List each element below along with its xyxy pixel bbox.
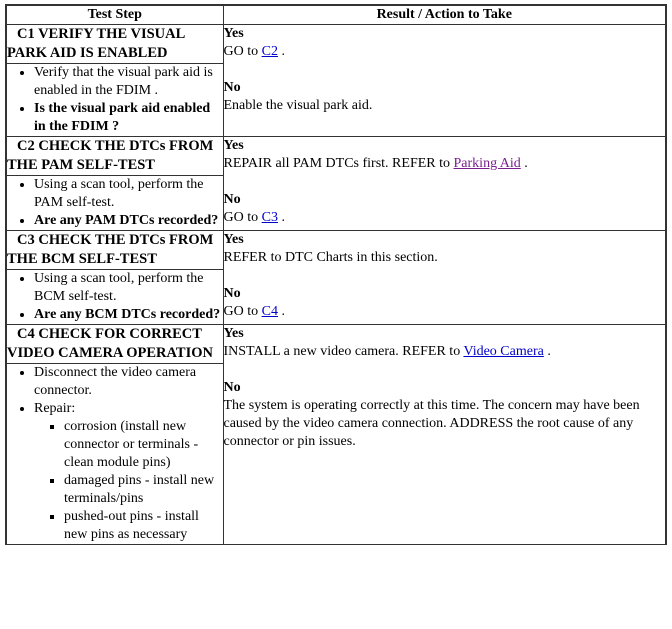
result-spacer [224,267,666,285]
step-list-c3: Using a scan tool, perform the BCM self-… [7,270,223,324]
section-title-c4: C4 CHECK FOR CORRECT VIDEO CAMERA OPERAT… [5,324,224,364]
list-item: Repair: corrosion (install new connector… [34,400,223,544]
link-video-camera[interactable]: Video Camera [463,344,543,359]
link-c2[interactable]: C2 [262,44,278,59]
list-item: Using a scan tool, perform the PAM self-… [34,176,223,212]
section-title-row-c4: C4 CHECK FOR CORRECT VIDEO CAMERA OPERAT… [5,324,667,545]
result-text-after-link: . [277,44,285,59]
link-c4[interactable]: C4 [262,304,278,319]
result-text-after-link: . [520,156,528,171]
result-cell-c4: Yes INSTALL a new video camera. REFER to… [222,324,667,545]
result-body-yes: GO to C2 . [224,43,666,61]
section-title-c3: C3 CHECK THE DTCs FROM THE BCM SELF-TEST [5,230,224,270]
result-spacer [224,173,666,191]
result-cell-c2: Yes REPAIR all PAM DTCs first. REFER to … [222,136,667,231]
result-body-yes: INSTALL a new video camera. REFER to Vid… [224,343,666,361]
pinpoint-test-table-wrapper: Test Step Result / Action to Take C1 VER… [5,4,667,545]
step-cell-c4: Disconnect the video camera connector. R… [5,363,224,545]
result-text-before-link: INSTALL a new video camera. REFER to [223,344,464,359]
result-text-after-link: . [277,304,285,319]
section-title-line-1: C4 CHECK FOR CORRECT [17,326,202,342]
step-list-c1: Verify that the visual park aid is enabl… [7,64,223,136]
step-sublist-c4: corrosion (install new connector or term… [34,418,223,544]
result-answer-yes: Yes [223,232,244,247]
section-title-row-c2: C2 CHECK THE DTCs FROM THE PAM SELF-TEST… [5,136,667,231]
list-item: pushed-out pins - install new pins as ne… [64,508,223,544]
list-item: Are any BCM DTCs recorded? [34,306,223,324]
result-answer-no: No [223,192,241,207]
section-title-line-2: THE PAM SELF-TEST [7,157,155,173]
list-item: damaged pins - install new terminals/pin… [64,472,223,508]
result-body-yes: REPAIR all PAM DTCs first. REFER to Park… [224,155,666,173]
result-cell-c3: Yes REFER to DTC Charts in this section.… [222,230,667,325]
result-answer-no: No [223,380,241,395]
result-text-before-link: GO to [223,44,262,59]
section-title-line-1: C3 CHECK THE DTCs FROM [17,232,214,248]
result-answer-yes: Yes [223,326,244,341]
result-cell-c1: Yes GO to C2 . No Enable the visual park… [222,24,667,137]
section-title-c1: C1 VERIFY THE VISUAL PARK AID IS ENABLED [5,24,224,64]
result-answer-no: No [223,80,241,95]
list-item: Are any PAM DTCs recorded? [34,212,223,230]
result-body-no: GO to C3 . [224,209,666,227]
list-item: Verify that the visual park aid is enabl… [34,64,223,100]
list-item: corrosion (install new connector or term… [64,418,223,472]
step-cell-c3: Using a scan tool, perform the BCM self-… [5,269,224,325]
step-cell-c1: Verify that the visual park aid is enabl… [5,63,224,137]
section-title-line-1: C2 CHECK THE DTCs FROM [17,138,214,154]
result-text-before-link: GO to [223,304,262,319]
result-answer-no: No [223,286,241,301]
link-parking-aid[interactable]: Parking Aid [454,156,521,171]
list-item: Disconnect the video camera connector. [34,364,223,400]
section-title-c2: C2 CHECK THE DTCs FROM THE PAM SELF-TEST [5,136,224,176]
section-title-line-2: PARK AID IS ENABLED [7,45,168,61]
section-title-line-1: C1 VERIFY THE VISUAL [17,26,186,42]
result-answer-yes: Yes [223,26,244,41]
list-item: Is the visual park aid enabled in the FD… [34,100,223,136]
section-title-line-2: VIDEO CAMERA OPERATION [7,345,213,361]
result-body-yes: REFER to DTC Charts in this section. [223,250,438,265]
section-title-row-c3: C3 CHECK THE DTCs FROM THE BCM SELF-TEST… [5,230,667,325]
list-item-label: Repair: [34,401,76,416]
column-header-test-step: Test Step [5,4,224,25]
step-cell-c2: Using a scan tool, perform the PAM self-… [5,175,224,231]
result-text-before-link: REPAIR all PAM DTCs first. REFER to [223,156,454,171]
result-spacer [224,361,666,379]
result-spacer [224,61,666,79]
column-header-result-action: Result / Action to Take [222,4,667,25]
result-text-before-link: GO to [223,210,262,225]
result-body-no: Enable the visual park aid. [223,98,373,113]
step-list-c2: Using a scan tool, perform the PAM self-… [7,176,223,230]
result-body-no: The system is operating correctly at thi… [223,398,640,449]
section-title-row-c1: C1 VERIFY THE VISUAL PARK AID IS ENABLED… [5,24,667,137]
section-title-line-2: THE BCM SELF-TEST [7,251,157,267]
result-body-no: GO to C4 . [224,303,666,321]
step-list-c4: Disconnect the video camera connector. R… [7,364,223,544]
result-text-after-link: . [277,210,285,225]
table-header-row: Test Step Result / Action to Take [5,4,667,25]
result-answer-yes: Yes [223,138,244,153]
pinpoint-test-table: Test Step Result / Action to Take C1 VER… [5,4,667,545]
list-item: Using a scan tool, perform the BCM self-… [34,270,223,306]
link-c3[interactable]: C3 [262,210,278,225]
result-text-after-link: . [543,344,551,359]
